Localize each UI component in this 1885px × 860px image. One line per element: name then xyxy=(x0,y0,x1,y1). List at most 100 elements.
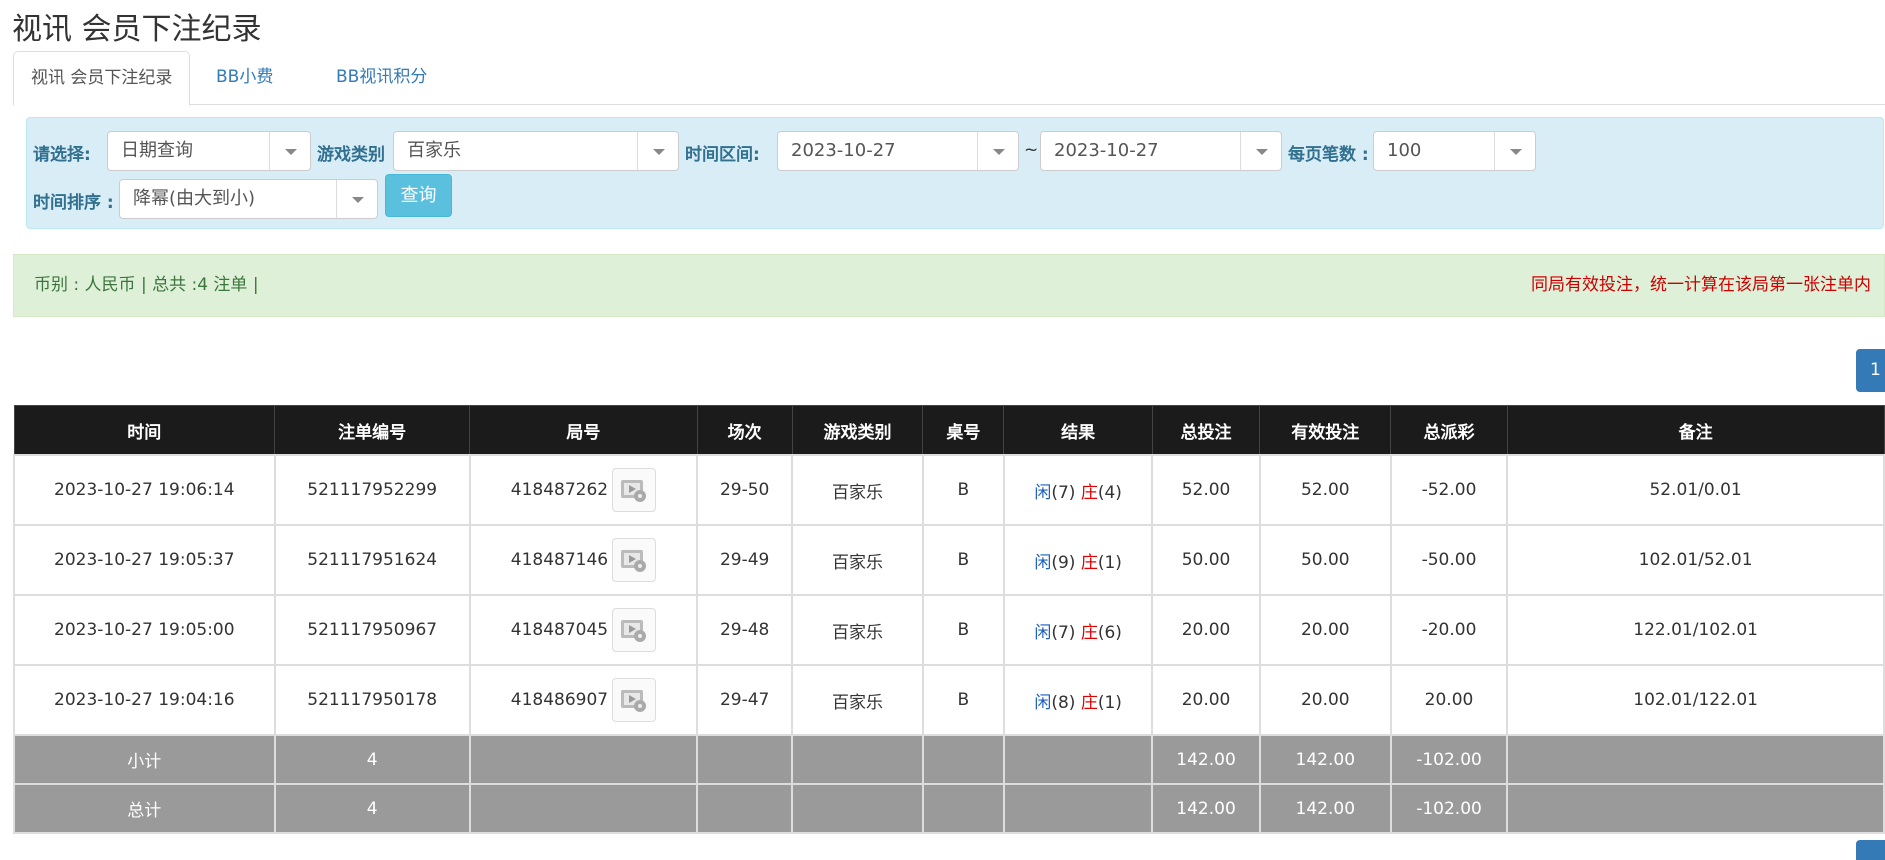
per-page-select[interactable]: 100 xyxy=(1373,131,1536,171)
time-range-label: 时间区间: xyxy=(685,145,760,165)
total-bet: 20.00 xyxy=(1151,594,1261,666)
chevron-down-icon xyxy=(336,180,377,218)
table-id: B xyxy=(921,594,1005,666)
col-header: 游戏类别 xyxy=(791,405,924,456)
table-header-row: 时间 注单编号 局号 场次 游戏类别 桌号 结果 总投注 有效投注 总派彩 备注 xyxy=(13,405,1885,456)
chevron-down-icon xyxy=(637,132,678,170)
total-bet: 52.00 xyxy=(1151,454,1261,526)
game-type-label: 游戏类别 xyxy=(317,145,385,165)
game-type: 百家乐 xyxy=(791,664,924,736)
valid-bet: 52.00 xyxy=(1258,454,1392,526)
valid-bet: 50.00 xyxy=(1258,524,1392,596)
col-header: 备注 xyxy=(1506,405,1885,456)
result-cell: 闲(9) 庄(1) xyxy=(1002,524,1154,596)
payout: -52.00 xyxy=(1389,454,1509,526)
round-cell: 418487146 xyxy=(468,524,699,596)
date-from-value: 2023-10-27 xyxy=(791,140,896,161)
video-replay-icon[interactable] xyxy=(612,678,657,722)
chevron-down-icon xyxy=(1494,132,1535,170)
round-number: 418486907 xyxy=(510,690,609,710)
video-replay-icon[interactable] xyxy=(612,608,657,652)
session: 29-50 xyxy=(696,454,794,526)
payout: -50.00 xyxy=(1389,524,1509,596)
query-type-select[interactable]: 日期查询 xyxy=(107,131,311,171)
page-title: 视讯 会员下注纪录 xyxy=(12,12,262,47)
subtotal-count: 4 xyxy=(273,734,471,785)
col-header: 场次 xyxy=(696,405,793,456)
subtotal-valid-bet: 142.00 xyxy=(1258,734,1392,785)
result-cell: 闲(7) 庄(6) xyxy=(1002,594,1154,666)
col-header: 局号 xyxy=(469,405,698,456)
game-type: 百家乐 xyxy=(791,454,924,526)
payout: -20.00 xyxy=(1389,594,1509,666)
query-type-value: 日期查询 xyxy=(121,140,193,161)
summary-bar: 币别 : 人民币 | 总共 :4 注单 | 同局有效投注，统一计算在该局第一张注… xyxy=(13,254,1885,317)
subtotal-label: 小计 xyxy=(13,734,276,785)
pagination-bottom[interactable] xyxy=(1856,840,1885,860)
sort-label: 时间排序 : xyxy=(33,193,114,213)
result-banker-points: (1) xyxy=(1097,552,1122,573)
round-cell: 418487262 xyxy=(468,454,699,526)
result-player: 闲 xyxy=(1034,622,1052,643)
tab-bb-video-points[interactable]: BB视讯积分 xyxy=(319,51,444,104)
col-header: 有效投注 xyxy=(1259,405,1392,456)
tab-bar: 视讯 会员下注纪录 BB小费 BB视讯积分 xyxy=(13,51,1885,106)
result-player: 闲 xyxy=(1034,552,1052,573)
col-header: 桌号 xyxy=(922,405,1005,456)
bet-id: 521117952299 xyxy=(273,454,471,526)
result-banker: 庄 xyxy=(1080,692,1098,713)
table-row: 2023-10-27 19:04:16 521117950178 418486907… xyxy=(13,664,1885,736)
sort-value: 降幂(由大到小) xyxy=(133,188,256,209)
result-player-points: (8) xyxy=(1051,692,1076,713)
per-page-value: 100 xyxy=(1387,140,1422,161)
col-header: 时间 xyxy=(13,405,276,456)
bet-time: 2023-10-27 19:05:37 xyxy=(13,524,276,596)
round-number: 418487262 xyxy=(510,480,609,500)
result-player-points: (7) xyxy=(1051,622,1076,643)
date-from-select[interactable]: 2023-10-27 xyxy=(777,131,1019,171)
result-player-points: (9) xyxy=(1051,552,1076,573)
chevron-down-icon xyxy=(977,132,1018,170)
round-cell: 418487045 xyxy=(468,594,699,666)
total-payout: -102.00 xyxy=(1389,783,1509,834)
round-cell: 418486907 xyxy=(468,664,699,736)
table-row: 2023-10-27 19:05:00 521117950967 418487045… xyxy=(13,594,1885,666)
table-id: B xyxy=(921,454,1005,526)
result-banker: 庄 xyxy=(1080,552,1098,573)
col-header: 总派彩 xyxy=(1390,405,1508,456)
tab-bb-tips[interactable]: BB小费 xyxy=(199,51,290,104)
remark: 52.01/0.01 xyxy=(1506,454,1885,526)
table-id: B xyxy=(921,664,1005,736)
remark: 102.01/122.01 xyxy=(1506,664,1885,736)
date-to-value: 2023-10-27 xyxy=(1054,140,1159,161)
total-bet: 20.00 xyxy=(1151,664,1261,736)
result-player: 闲 xyxy=(1034,482,1052,503)
table-id: B xyxy=(921,524,1005,596)
remark: 122.01/102.01 xyxy=(1506,594,1885,666)
per-page-label: 每页笔数 : xyxy=(1288,145,1369,165)
result-banker: 庄 xyxy=(1080,482,1098,503)
tab-live-bet-records[interactable]: 视讯 会员下注纪录 xyxy=(13,51,191,106)
select-type-label: 请选择: xyxy=(33,145,91,165)
total-label: 总计 xyxy=(13,783,276,834)
col-header: 结果 xyxy=(1003,405,1153,456)
total-count: 4 xyxy=(273,783,471,834)
table-row: 2023-10-27 19:05:37 521117951624 418487146… xyxy=(13,524,1885,596)
bet-records-table: 时间 注单编号 局号 场次 游戏类别 桌号 结果 总投注 有效投注 总派彩 备注… xyxy=(13,405,1885,834)
bet-id: 521117951624 xyxy=(273,524,471,596)
chevron-down-icon xyxy=(269,132,310,170)
query-button[interactable]: 查询 xyxy=(385,174,452,217)
video-replay-icon[interactable] xyxy=(612,538,657,582)
game-type: 百家乐 xyxy=(791,594,924,666)
result-player: 闲 xyxy=(1034,692,1052,713)
video-replay-icon[interactable] xyxy=(612,468,657,512)
game-type-select[interactable]: 百家乐 xyxy=(393,131,679,171)
result-cell: 闲(7) 庄(4) xyxy=(1002,454,1154,526)
bet-id: 521117950178 xyxy=(273,664,471,736)
sort-select[interactable]: 降幂(由大到小) xyxy=(119,179,378,219)
session: 29-47 xyxy=(696,664,794,736)
pagination-page-1[interactable]: 1 xyxy=(1856,349,1885,392)
subtotal-total-bet: 142.00 xyxy=(1151,734,1261,785)
date-to-select[interactable]: 2023-10-27 xyxy=(1040,131,1282,171)
result-banker-points: (6) xyxy=(1097,622,1122,643)
